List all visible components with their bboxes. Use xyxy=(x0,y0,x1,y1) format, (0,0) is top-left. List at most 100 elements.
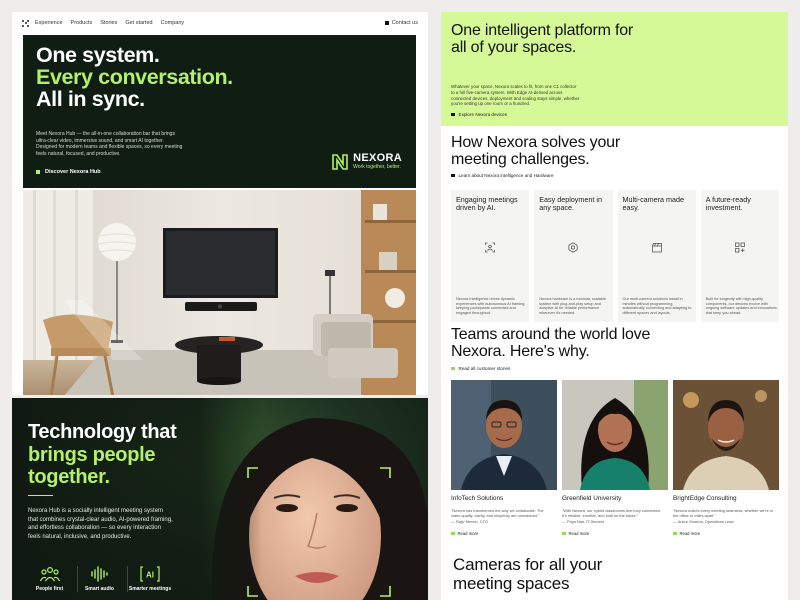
people-icon xyxy=(39,566,60,582)
square-bullet-icon xyxy=(451,531,455,536)
explore-devices-link[interactable]: Explore Nexora devices xyxy=(451,112,507,117)
read-more-link[interactable]: Read more xyxy=(562,531,668,536)
nav-stories[interactable]: Stories xyxy=(100,20,117,26)
hero-line-1: One system. xyxy=(36,43,160,67)
customer-photo xyxy=(673,380,779,490)
customer-quote: "Nexora has transformed the way we colla… xyxy=(451,508,544,518)
customer-photo xyxy=(562,380,668,490)
svg-text:AI: AI xyxy=(146,571,154,580)
tech-line-1: Technology that xyxy=(28,421,177,443)
platform-section: One intelligent platform for all of your… xyxy=(441,12,788,126)
hero-headline: One system. Every conversation. All in s… xyxy=(36,44,233,110)
gear-icon xyxy=(568,242,578,253)
read-more-label: Read more xyxy=(457,531,479,536)
challenge-text: Built for longevity with high-quality co… xyxy=(705,296,777,316)
challenge-title: Easy deployment in any space. xyxy=(539,195,602,213)
learn-intelligence-label: Learn about Nexora intelligence and Hard… xyxy=(458,173,554,178)
feature-label: Smart audio xyxy=(85,586,114,592)
menu-grid-icon[interactable] xyxy=(22,19,29,27)
testimonial-infotech: InfoTech Solutions "Nexora has transform… xyxy=(451,380,557,536)
challenges-title: How Nexora solves your meeting challenge… xyxy=(451,134,620,168)
feature-smarter-meetings: AI Smarter meetings xyxy=(128,566,178,592)
testimonial-greenfield: Greenfield University "With Nexora, our … xyxy=(562,380,668,536)
customer-org: InfoTech Solutions xyxy=(451,495,504,502)
people-frame-icon xyxy=(485,242,495,253)
testimonial-list: InfoTech Solutions "Nexora has transform… xyxy=(451,380,779,536)
square-bullet-icon xyxy=(451,112,455,117)
technology-card: Technology that brings people together. … xyxy=(12,398,428,600)
hero-description: Meet Nexora Hub — the all-in-one collabo… xyxy=(36,131,183,157)
square-bullet-icon xyxy=(562,531,566,536)
tech-line-3: together. xyxy=(28,466,110,488)
challenge-title: Multi-camera made easy. xyxy=(622,195,685,213)
customer-stories-link[interactable]: Read all customer stories xyxy=(451,366,510,371)
explore-devices-label: Explore Nexora devices xyxy=(458,112,508,117)
square-bullet-icon xyxy=(673,531,677,536)
green-divider xyxy=(28,495,53,496)
hero-line-3: All in sync. xyxy=(36,87,145,111)
nav-company[interactable]: Company xyxy=(161,20,185,26)
nexora-logo: NEXORA Work together, better. xyxy=(331,153,402,171)
customer-author: — Ankur Sharma, Operations Lead xyxy=(673,519,734,524)
contact-label: Contact us xyxy=(391,20,418,26)
tech-headline: Technology that brings people together. xyxy=(28,421,228,489)
challenge-text: Nexora hardware is a modular, scalable s… xyxy=(539,296,606,316)
platform-title: One intelligent platform for all of your… xyxy=(451,22,634,56)
read-more-link[interactable]: Read more xyxy=(673,531,779,536)
contact-button[interactable]: Contact us xyxy=(385,20,418,26)
challenge-cards: Engaging meetings driven by AI. Nexora I… xyxy=(451,190,779,322)
tech-line-2: brings people xyxy=(28,443,156,466)
cameras-title: Cameras for all your meeting spaces xyxy=(453,555,603,593)
square-bullet-icon xyxy=(451,173,455,178)
brand-tagline: Work together, better. xyxy=(353,164,401,170)
discover-hub-link[interactable]: Discover Nexora Hub xyxy=(36,169,101,175)
tech-description: Nexora Hub is a socially intelligent mee… xyxy=(28,508,173,540)
feature-smart-audio: Smart audio xyxy=(78,566,128,592)
read-more-label: Read more xyxy=(568,531,590,536)
ai-icon: AI xyxy=(140,566,160,582)
living-room-photo xyxy=(23,190,416,395)
audio-wave-icon xyxy=(90,566,108,582)
testimonial-brightedge: BrightEdge Consulting "Nexora makes ever… xyxy=(673,380,779,536)
feature-label: People first xyxy=(35,586,64,592)
hero-line-2: Every conversation. xyxy=(36,65,233,89)
feature-label: Smarter meetings xyxy=(128,586,172,592)
customer-org: BrightEdge Consulting xyxy=(673,495,737,502)
platform-description: Whatever your space, Nexora scales to fi… xyxy=(451,84,580,107)
customer-author: — Rajiv Menon, CTO xyxy=(451,519,488,524)
customer-quote: "With Nexora, our hybrid classrooms feel… xyxy=(562,508,661,518)
nexora-n-icon xyxy=(332,154,348,170)
feature-people-first: People first xyxy=(28,566,78,592)
hero-banner: One system. Every conversation. All in s… xyxy=(23,35,416,188)
discover-hub-label: Discover Nexora Hub xyxy=(45,169,101,175)
nav-products[interactable]: Products xyxy=(71,20,93,26)
square-bullet-icon xyxy=(385,21,389,25)
customer-author: — Priya Nair, IT Director xyxy=(562,519,605,524)
customer-quote: "Nexora makes every meeting seamless, wh… xyxy=(673,508,773,518)
challenge-card-future[interactable]: A future-ready investment. Built for lon… xyxy=(700,190,779,322)
grid-plus-icon xyxy=(735,242,745,253)
square-bullet-icon xyxy=(36,170,40,174)
challenge-text: Our multi-camera solutions install in mi… xyxy=(622,296,692,316)
challenge-text: Nexora Intelligence drives dynamic exper… xyxy=(456,296,526,316)
customer-org: Greenfield University xyxy=(562,495,622,502)
nexora-hub-card: Experience Products Stories Get started … xyxy=(12,12,428,395)
learn-intelligence-link[interactable]: Learn about Nexora intelligence and Hard… xyxy=(451,173,554,178)
challenge-card-multicamera[interactable]: Multi-camera made easy. Our multi-camera… xyxy=(617,190,696,322)
camera-clapper-icon xyxy=(651,243,662,253)
nav-experience[interactable]: Experience xyxy=(35,20,63,26)
challenge-title: A future-ready investment. xyxy=(705,195,751,213)
challenge-card-deployment[interactable]: Easy deployment in any space. Nexora har… xyxy=(534,190,613,322)
challenge-card-engaging[interactable]: Engaging meetings driven by AI. Nexora I… xyxy=(451,190,530,322)
square-bullet-icon xyxy=(451,366,455,371)
customer-stories-label: Read all customer stories xyxy=(458,366,511,371)
brand-name: NEXORA xyxy=(353,152,402,164)
nav-get-started[interactable]: Get started xyxy=(125,20,152,26)
customer-photo xyxy=(451,380,557,490)
challenge-title: Engaging meetings driven by AI. xyxy=(456,195,518,213)
teams-title: Teams around the world love Nexora. Here… xyxy=(451,326,651,360)
top-navigation: Experience Products Stories Get started … xyxy=(12,12,428,34)
feature-list: People first Smart audio AI Smarter meet… xyxy=(28,566,178,592)
read-more-link[interactable]: Read more xyxy=(451,531,557,536)
read-more-label: Read more xyxy=(679,531,701,536)
